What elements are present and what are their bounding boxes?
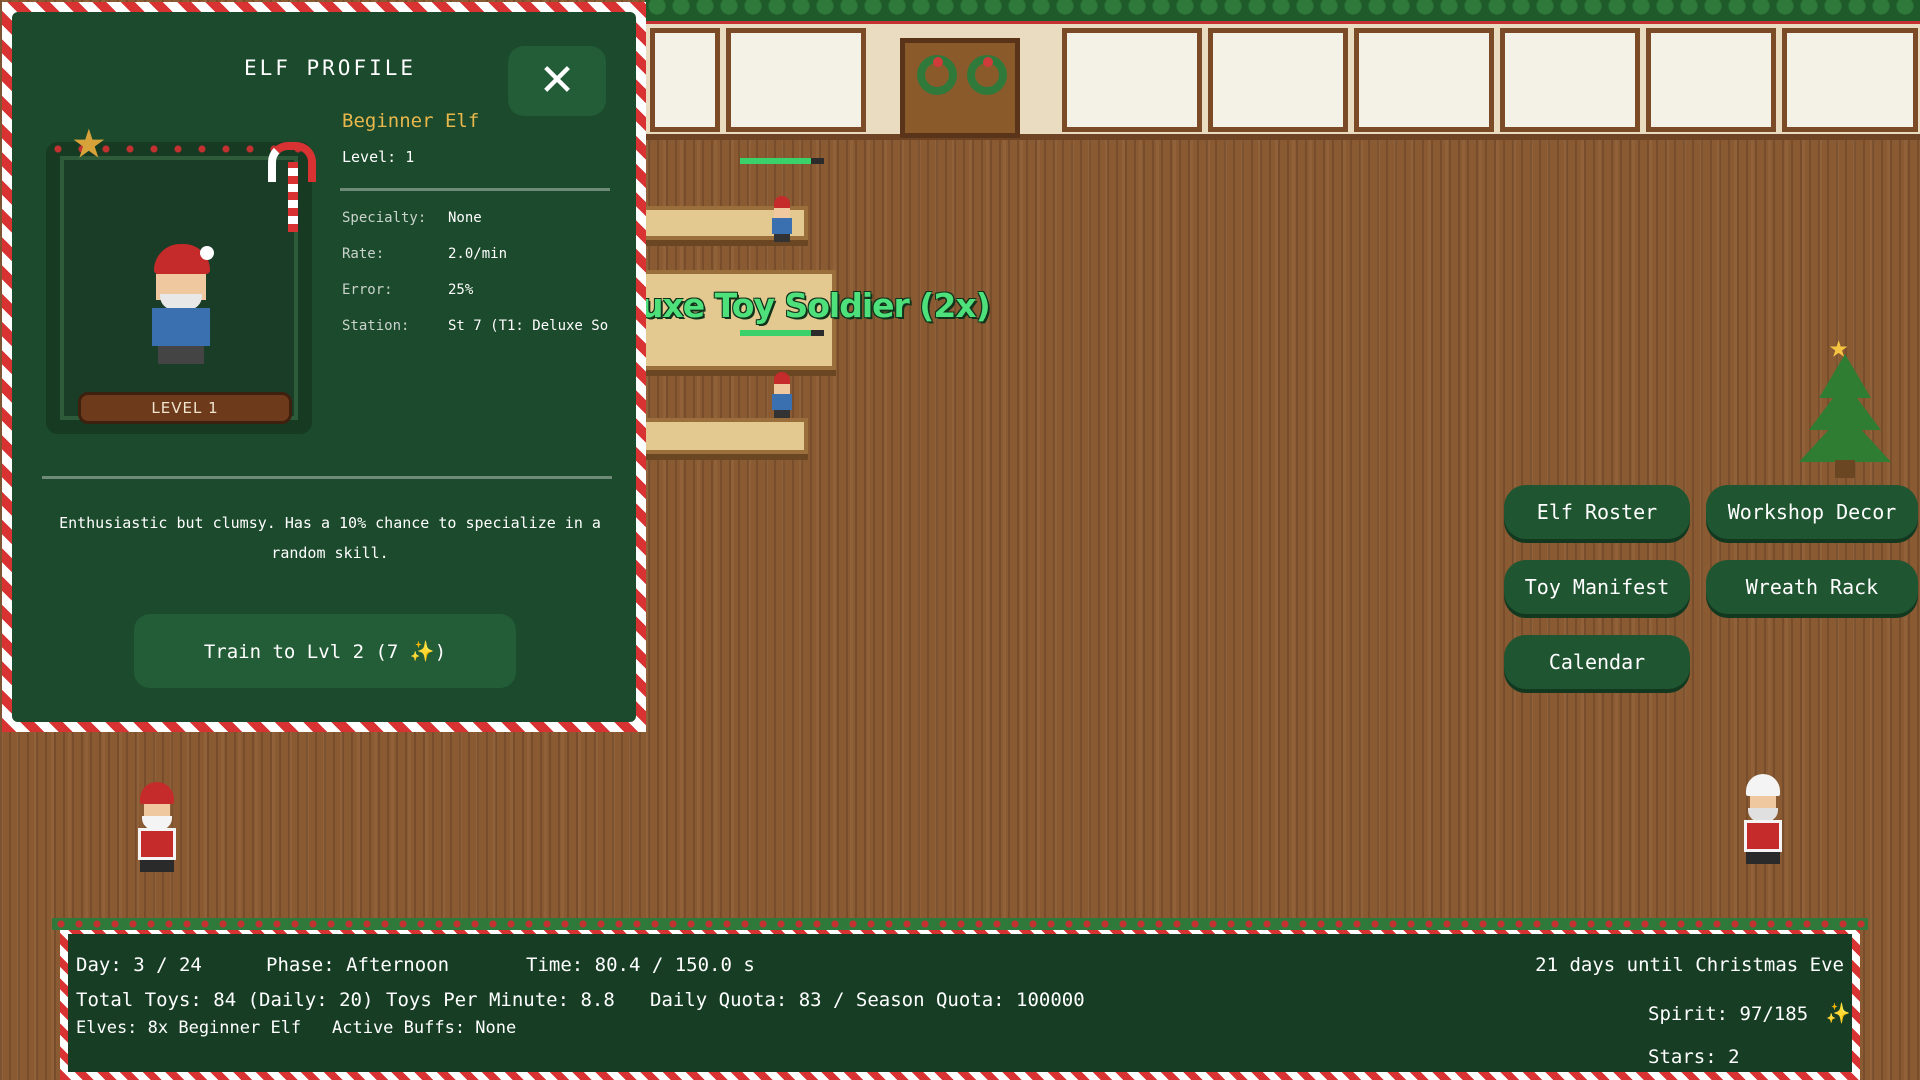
santa-character[interactable]	[132, 782, 182, 874]
day-counter: Day: 3 / 24	[76, 954, 202, 976]
stat-value: None	[448, 210, 482, 226]
divider	[42, 476, 612, 479]
quota-readout: Daily Quota: 83 / Season Quota: 100000	[650, 989, 1085, 1011]
garland	[645, 0, 1920, 24]
elf-worker[interactable]	[768, 372, 796, 418]
status-bar-body: Day: 3 / 24 Phase: Afternoon Time: 80.4 …	[68, 934, 1852, 1072]
wall-window	[650, 28, 720, 132]
wall-window	[1782, 28, 1918, 132]
train-button-suffix: )	[434, 641, 447, 663]
mrs-claus-character[interactable]	[1738, 774, 1788, 866]
spirit-value: Spirit: 97/185	[1648, 1003, 1809, 1025]
elf-description: Enthusiastic but clumsy. Has a 10% chanc…	[59, 514, 601, 562]
christmas-tree-icon: ★	[1795, 330, 1895, 480]
divider	[340, 188, 610, 191]
garland	[52, 918, 1868, 930]
close-icon: ✕	[538, 56, 576, 105]
candy-cane-icon	[256, 134, 316, 232]
wall-window	[1208, 28, 1348, 132]
phase-indicator: Phase: Afternoon	[266, 954, 450, 976]
christmas-countdown: 21 days until Christmas Eve	[1535, 954, 1844, 976]
stat-label: Station:	[342, 318, 410, 334]
workshop-decor-button[interactable]: Workshop Decor	[1706, 485, 1918, 539]
stars-readout: Stars: 2	[1648, 1046, 1740, 1068]
stat-label: Rate:	[342, 246, 385, 262]
active-buffs: Active Buffs: None	[332, 1018, 517, 1038]
spirit-readout: Spirit: 97/185 ✨	[1648, 1001, 1851, 1025]
elf-name: Beginner Elf	[342, 110, 480, 132]
workshop-door[interactable]	[900, 38, 1020, 138]
total-toys: Total Toys: 84 (Daily: 20)	[76, 989, 374, 1011]
elf-level: Level: 1	[342, 148, 415, 166]
status-bar: Day: 3 / 24 Phase: Afternoon Time: 80.4 …	[52, 918, 1868, 1080]
calendar-button[interactable]: Calendar	[1504, 635, 1690, 689]
stat-value: 25%	[448, 282, 474, 298]
stat-label: Specialty:	[342, 210, 427, 226]
train-button-label: Train to Lvl 2 (7	[203, 641, 399, 663]
toy-manifest-button[interactable]: Toy Manifest	[1504, 560, 1690, 614]
stat-label: Error:	[342, 282, 393, 298]
wall-window	[726, 28, 866, 132]
elf-worker[interactable]	[768, 196, 796, 242]
sparkle-icon: ✨	[1825, 1001, 1851, 1025]
workbench[interactable]	[640, 418, 808, 454]
station-progress-bar	[740, 158, 824, 164]
elves-summary: Elves: 8x Beginner Elf	[76, 1018, 302, 1038]
toys-per-minute: Toys Per Minute: 8.8	[386, 989, 615, 1011]
wreath-icon	[967, 55, 1007, 95]
wreath-icon	[917, 55, 957, 95]
station-toy-label: uxe Toy Soldier (2x)	[640, 286, 991, 325]
level-badge: LEVEL 1	[78, 392, 292, 424]
wall-window	[1646, 28, 1776, 132]
elf-roster-button[interactable]: Elf Roster	[1504, 485, 1690, 539]
star-icon: ★	[1829, 327, 1849, 365]
sparkle-icon: ✨	[409, 639, 435, 663]
train-button[interactable]: Train to Lvl 2 (7 ✨)	[134, 614, 516, 688]
wall-window	[1500, 28, 1640, 132]
stat-value: 2.0/min	[448, 246, 508, 262]
elf-profile-panel: ELF PROFILE ✕ ★ LEVEL 1 Beginner Elf Lev…	[2, 2, 646, 732]
station-progress-bar	[740, 330, 824, 336]
close-button[interactable]: ✕	[508, 46, 606, 116]
wall-window	[1354, 28, 1494, 132]
stat-value: St 7 (T1: Deluxe So	[448, 318, 608, 334]
star-icon: ★	[72, 107, 106, 172]
time-readout: Time: 80.4 / 150.0 s	[526, 954, 755, 976]
wall-window	[1062, 28, 1202, 132]
elf-portrait	[140, 244, 222, 366]
elf-profile-panel-body: ELF PROFILE ✕ ★ LEVEL 1 Beginner Elf Lev…	[12, 12, 636, 722]
wreath-rack-button[interactable]: Wreath Rack	[1706, 560, 1918, 614]
